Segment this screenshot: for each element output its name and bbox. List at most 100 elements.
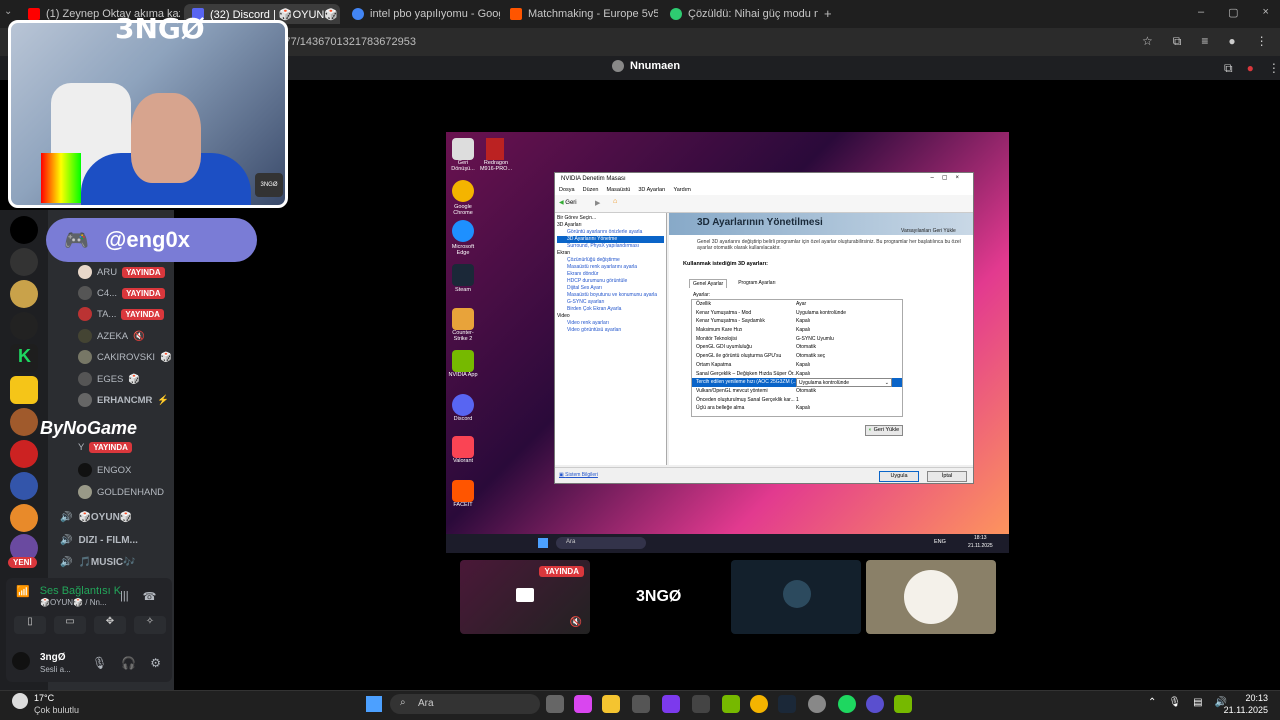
tree-category[interactable]: Video	[557, 313, 664, 320]
tree-item[interactable]: Ekranı döndür	[557, 271, 664, 278]
gear-icon[interactable]: ⚙	[150, 656, 161, 670]
restore-defaults-link[interactable]: Varsayılanları Geri Yükle	[901, 228, 956, 234]
cancel-button[interactable]: İptal	[927, 471, 967, 482]
nvidia-app-icon[interactable]	[894, 695, 912, 713]
server-icon[interactable]	[10, 504, 38, 532]
screen-share-button[interactable]: ▭	[54, 616, 86, 634]
menu-help[interactable]: Yardım	[673, 187, 690, 193]
media-icon[interactable]: ≡	[1201, 34, 1208, 49]
extensions-icon[interactable]: ⧉	[1173, 34, 1182, 49]
server-icon[interactable]	[10, 376, 38, 404]
file-icon[interactable]	[486, 138, 504, 160]
list-item[interactable]: ARU YAYINDA	[78, 265, 165, 279]
table-row[interactable]: Önceden oluşturulmuş Sanal Gerçeklik kar…	[692, 396, 902, 405]
server-icon[interactable]	[10, 408, 38, 436]
tree-item[interactable]: Video renk ayarları	[557, 320, 664, 327]
table-row[interactable]: Sanal Gerçeklik – Değişken Hızda Süper Ö…	[692, 370, 902, 379]
table-row[interactable]: OpenGL ile görüntü oluşturma GPU'su Otoma…	[692, 352, 902, 361]
app-icon[interactable]	[692, 695, 710, 713]
tab-answer[interactable]: Çözüldü: Nihai güç modu nasıl×	[662, 4, 818, 24]
tree-item[interactable]: Görüntü ayarlarını önizlerle ayarla	[557, 229, 664, 236]
tab-global-settings[interactable]: Genel Ayarlar	[689, 279, 728, 288]
weather-icon[interactable]	[12, 693, 28, 709]
server-icon[interactable]	[10, 440, 38, 468]
mic-icon[interactable]: 🎙	[1168, 697, 1181, 708]
tab-program-settings[interactable]: Program Ayarları	[735, 279, 778, 288]
tree-item[interactable]: Birden Çok Ekran Ayarla	[557, 306, 664, 313]
steam-icon[interactable]	[778, 695, 796, 713]
window-controls[interactable]: –▢×	[930, 174, 967, 181]
participant-tile[interactable]: 3NGØ	[596, 560, 726, 634]
participant-tile[interactable]	[731, 560, 861, 634]
menu-file[interactable]: Dosya	[559, 187, 575, 193]
setting-dropdown[interactable]: Uygulama kontrolünde ⌄	[796, 378, 892, 387]
stream-thumbnail[interactable]: YAYINDA 🔇	[460, 560, 590, 634]
chevron-up-icon[interactable]: ⌃	[1148, 697, 1156, 708]
tree-item[interactable]: Masaüstü boyutunu ve konumunu ayarla	[557, 292, 664, 299]
nvidia-icon[interactable]	[452, 350, 474, 372]
list-item[interactable]: ENGOX	[78, 463, 131, 477]
minimize-icon[interactable]: –	[1198, 6, 1204, 19]
table-row[interactable]: Üçlü ara belleğe alma Kapalı	[692, 404, 902, 413]
menu-desktop[interactable]: Masaüstü	[607, 187, 631, 193]
tab-google[interactable]: intel pbo yapılıyomu - Google'd×	[344, 4, 500, 24]
tree-item[interactable]: Masaüstü renk ayarlarını ayarla	[557, 264, 664, 271]
tree-category[interactable]: 3D Ayarları	[557, 222, 664, 229]
table-row[interactable]: OpenGL GDI uyumluluğu Otomatik	[692, 343, 902, 352]
list-item[interactable]: Y YAYINDA	[78, 442, 132, 453]
star-icon[interactable]: ☆	[1142, 34, 1153, 49]
task-view-icon[interactable]	[546, 695, 564, 713]
server-icon[interactable]	[10, 280, 38, 308]
explorer-icon[interactable]	[602, 695, 620, 713]
server-icon[interactable]	[10, 248, 38, 276]
table-row[interactable]: Vulkan/OpenGL mevcut yöntemi Otomatik	[692, 387, 902, 396]
recycle-bin-icon[interactable]	[452, 138, 474, 160]
activities-button[interactable]: ✥	[94, 616, 126, 634]
more-icon[interactable]: ⋮	[1256, 34, 1268, 49]
soundboard-button[interactable]: ✧	[134, 616, 166, 634]
faceit-icon[interactable]	[452, 480, 474, 502]
list-item[interactable]: TA... YAYINDA	[78, 307, 164, 321]
tree-category[interactable]: Ekran	[557, 250, 664, 257]
camera-off-button[interactable]: ▯	[14, 616, 46, 634]
chrome-icon[interactable]	[750, 695, 768, 713]
clock-time[interactable]: 20:13	[1222, 693, 1268, 703]
more-icon[interactable]: ⋮	[1268, 61, 1280, 76]
tree-item[interactable]: HDCP durumunu görüntüle	[557, 278, 664, 285]
headphones-icon[interactable]: 🎧	[121, 656, 136, 670]
home-icon[interactable]: ⌂	[613, 198, 617, 205]
forward-icon[interactable]: ▶	[595, 199, 600, 207]
app-icon[interactable]	[808, 695, 826, 713]
tree-item-selected[interactable]: 3D Ayarlarını Yönetme	[557, 236, 664, 243]
network-icon[interactable]: ▤	[1193, 697, 1202, 708]
mic-icon[interactable]: 🎙	[92, 656, 107, 670]
tree-item[interactable]: G-SYNC ayarları	[557, 299, 664, 306]
close-window-icon[interactable]: ×	[1263, 6, 1269, 19]
steam-icon[interactable]	[452, 264, 474, 286]
table-row-selected[interactable]: Tercih edilen yenileme hızı (AOC 25G3ZM …	[692, 378, 902, 387]
table-row[interactable]: Kenar Yumuşatma - Saydamlık Kapalı	[692, 317, 902, 326]
tree-item[interactable]: Video görüntüsü ayarları	[557, 327, 664, 334]
start-icon[interactable]	[366, 696, 382, 712]
list-item[interactable]: CAKIROVSKI 🎲	[78, 350, 172, 364]
avatar[interactable]	[12, 652, 30, 670]
edge-icon[interactable]	[452, 220, 474, 242]
tree-item[interactable]: Surround, PhysX yapılandırması	[557, 243, 664, 250]
clock-date[interactable]: 21.11.2025	[1218, 705, 1268, 715]
tab-faceit[interactable]: Matchmaking - Europe 5v5 Qu×	[502, 4, 658, 24]
voice-channel-music[interactable]: 🔊 🎵MUSIC🎶	[60, 557, 136, 568]
disconnect-icon[interactable]: ☎	[143, 590, 157, 603]
apply-button[interactable]: Uygula	[879, 471, 919, 482]
popout-icon[interactable]: ⧉	[1224, 61, 1233, 76]
app-icon[interactable]	[866, 695, 884, 713]
noise-icon[interactable]: |||	[120, 590, 129, 603]
new-tab-button[interactable]: +	[824, 6, 832, 21]
inbox-icon[interactable]: ●	[1247, 61, 1254, 76]
taskbar-search[interactable]: Ara	[390, 694, 540, 714]
copilot-icon[interactable]	[574, 695, 592, 713]
system-info-link[interactable]: ▣ Sistem Bilgileri	[559, 472, 598, 478]
tree-item[interactable]: Çözünürlüğü değiştirme	[557, 257, 664, 264]
profile-icon[interactable]: ●	[1228, 34, 1235, 49]
table-row[interactable]: Kenar Yumuşatma - Mod Uygulama kontrolünd…	[692, 309, 902, 318]
cs2-icon[interactable]	[452, 308, 474, 330]
